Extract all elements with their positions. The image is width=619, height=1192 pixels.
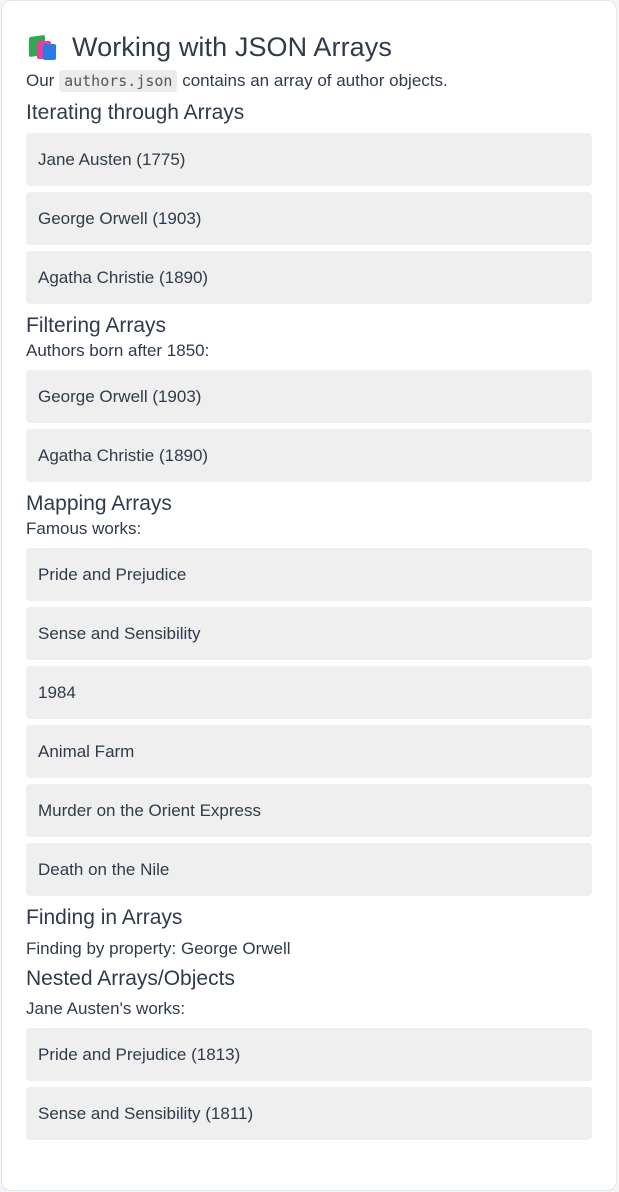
iterating-section: Iterating through Arrays Jane Austen (17… xyxy=(26,99,592,304)
list-item: Pride and Prejudice (1813) xyxy=(26,1028,592,1081)
list-item: Murder on the Orient Express xyxy=(26,784,592,837)
list-item: Jane Austen (1775) xyxy=(26,133,592,186)
list-item: Animal Farm xyxy=(26,725,592,778)
books-icon xyxy=(28,33,60,61)
mapping-caption: Famous works: xyxy=(26,519,142,538)
filtering-section: Filtering Arrays Authors born after 1850… xyxy=(26,312,592,482)
title-row: Working with JSON Arrays xyxy=(26,31,592,63)
nested-heading: Nested Arrays/Objects xyxy=(26,967,235,990)
mapping-heading: Mapping Arrays xyxy=(26,492,172,515)
nested-caption: Jane Austen's works: xyxy=(26,999,186,1018)
list-item: Death on the Nile xyxy=(26,843,592,896)
intro-text: Our authors.json contains an array of au… xyxy=(26,70,448,92)
list-item: Agatha Christie (1890) xyxy=(26,429,592,482)
filtering-caption: Authors born after 1850: xyxy=(26,341,210,360)
finding-section: Finding in Arrays Finding by property: G… xyxy=(26,904,592,960)
mapping-section: Mapping Arrays Famous works: Pride and P… xyxy=(26,490,592,896)
list-item: Sense and Sensibility xyxy=(26,607,592,660)
filtering-heading: Filtering Arrays xyxy=(26,314,167,337)
main-card: Working with JSON Arrays Our authors.jso… xyxy=(1,0,617,1191)
finding-caption: Finding by property: George Orwell xyxy=(26,939,291,958)
list-item: George Orwell (1903) xyxy=(26,370,592,423)
finding-heading: Finding in Arrays xyxy=(26,906,183,929)
list-item: Agatha Christie (1890) xyxy=(26,251,592,304)
list-item: Sense and Sensibility (1811) xyxy=(26,1087,592,1140)
list-item: Pride and Prejudice xyxy=(26,548,592,601)
iterating-heading: Iterating through Arrays xyxy=(26,101,245,124)
list-item: George Orwell (1903) xyxy=(26,192,592,245)
page-title: Working with JSON Arrays xyxy=(72,31,392,62)
nested-section: Nested Arrays/Objects Jane Austen's work… xyxy=(26,965,592,1140)
inline-code: authors.json xyxy=(59,70,178,92)
list-item: 1984 xyxy=(26,666,592,719)
